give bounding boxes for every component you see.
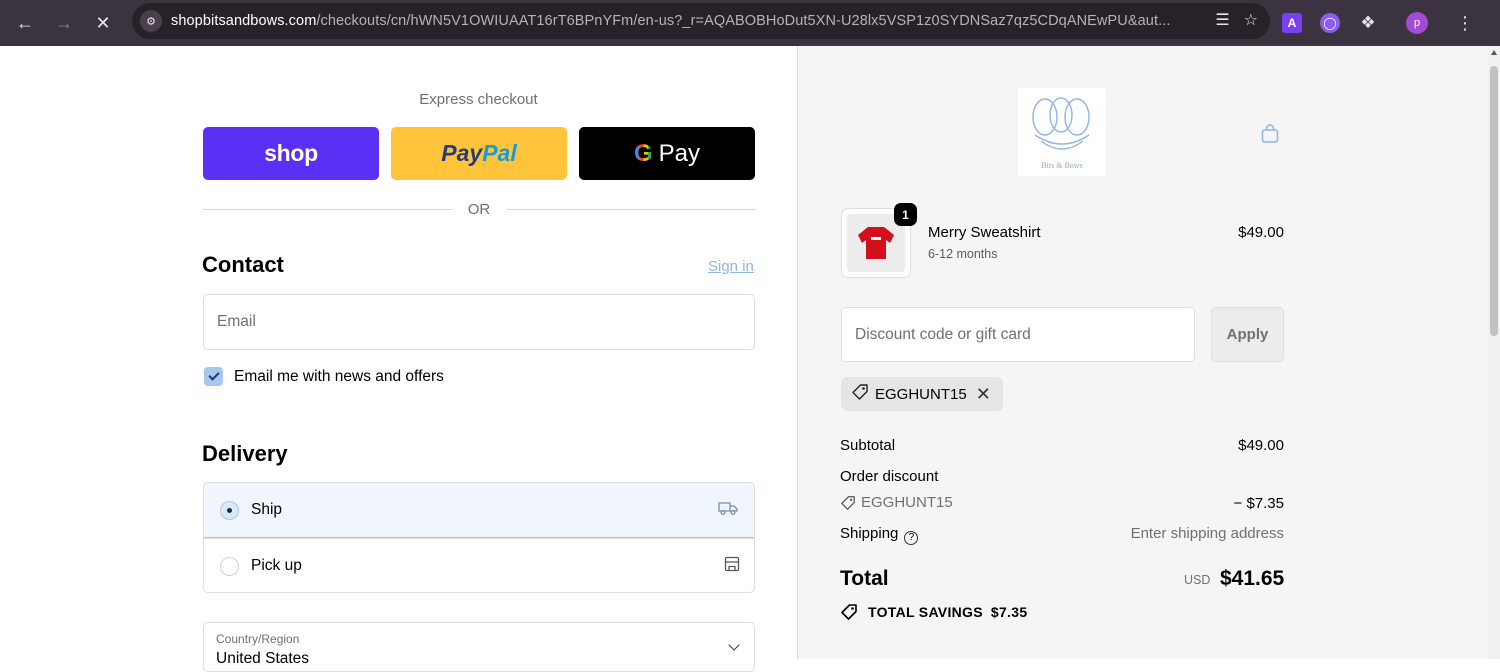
- discount-code-input[interactable]: Discount code or gift card: [841, 307, 1195, 362]
- shop-pay-button[interactable]: shop: [203, 127, 379, 180]
- stop-loading-button[interactable]: ✕: [83, 0, 123, 46]
- country-select[interactable]: Country/Region United States: [203, 622, 755, 672]
- truck-icon: [718, 500, 738, 520]
- sweatshirt-image: [858, 227, 894, 259]
- extensions-puzzle-icon[interactable]: ❖: [1358, 13, 1378, 33]
- savings-label: TOTAL SAVINGS: [868, 604, 983, 620]
- country-label: Country/Region: [216, 632, 300, 646]
- url-text[interactable]: shopbitsandbows.com/checkouts/cn/hWN5V1O…: [171, 13, 1183, 29]
- ship-radio[interactable]: [220, 500, 239, 520]
- subtotal-value: $49.00: [1238, 437, 1284, 454]
- column-divider: [797, 46, 798, 659]
- url-path: /checkouts/cn/hWN5V1OWIUAAT16rT6BPnYFm/e…: [316, 13, 1171, 29]
- pickup-label: Pick up: [251, 557, 302, 574]
- or-divider: OR: [203, 200, 755, 220]
- total-label: Total: [840, 567, 889, 590]
- google-g-icon: G: [633, 139, 653, 167]
- url-host: shopbitsandbows.com: [171, 13, 317, 29]
- shop-pay-label: shop: [264, 140, 318, 166]
- shopping-bag-icon[interactable]: [1260, 124, 1280, 144]
- news-offers-checkbox[interactable]: [204, 367, 223, 386]
- quantity-badge: 1: [894, 203, 917, 226]
- news-offers-label: Email me with news and offers: [234, 368, 444, 385]
- checkout-page: Express checkout shop Pay Pal G Pay OR Con…: [0, 46, 1488, 672]
- extension-purple-icon[interactable]: ◯: [1320, 13, 1340, 33]
- help-icon[interactable]: ?: [904, 531, 919, 545]
- sign-in-link[interactable]: Sign in: [708, 258, 754, 275]
- discount-code-text: EGGHUNT15: [861, 494, 953, 511]
- paypal-label-pal: Pal: [482, 140, 517, 166]
- savings-value: $7.35: [990, 604, 1028, 620]
- tag-icon: [851, 383, 869, 405]
- paypal-label-pay: Pay: [441, 140, 483, 166]
- delivery-method-group: Ship Pick up: [203, 482, 755, 593]
- total-savings: TOTAL SAVINGS $7.35: [840, 603, 1027, 621]
- store-logo[interactable]: Bits & Bows: [1018, 88, 1106, 176]
- total-value: $41.65: [1220, 567, 1285, 590]
- delivery-option-ship[interactable]: Ship: [204, 483, 754, 538]
- email-field[interactable]: Email: [203, 294, 755, 350]
- delivery-heading: Delivery: [202, 441, 288, 466]
- contact-heading: Contact: [202, 252, 284, 277]
- shipping-label: Shipping: [840, 525, 899, 542]
- country-value: United States: [216, 650, 310, 667]
- discount-code-row: EGGHUNT15: [840, 494, 953, 511]
- product-price: $49.00: [1238, 224, 1284, 241]
- savings-tag-icon: [841, 604, 857, 620]
- profile-avatar[interactable]: p: [1406, 12, 1428, 34]
- google-pay-label: Pay: [658, 139, 701, 167]
- apply-discount-button[interactable]: Apply: [1211, 307, 1284, 362]
- bookmark-star-icon[interactable]: ☆: [1244, 10, 1258, 30]
- or-label: OR: [467, 201, 491, 218]
- browser-toolbar: ← → ✕ ⚙ shopbitsandbows.com/checkouts/cn…: [0, 0, 1500, 46]
- scroll-up-arrow-icon[interactable]: [1491, 50, 1497, 55]
- address-bar[interactable]: ⚙ shopbitsandbows.com/checkouts/cn/hWN5V…: [132, 3, 1270, 39]
- logo-text: Bits & Bows: [1041, 160, 1083, 170]
- chevron-down-icon: [728, 639, 740, 651]
- discount-value: − $7.35: [1233, 495, 1284, 512]
- shipping-value: Enter shipping address: [1130, 525, 1284, 542]
- bows-logo-icon: [1032, 96, 1090, 150]
- translate-icon[interactable]: ☰: [1215, 10, 1229, 30]
- store-icon: [724, 556, 740, 576]
- forward-button[interactable]: →: [44, 0, 84, 46]
- shipping-row: Shipping?: [840, 525, 919, 545]
- google-pay-button[interactable]: G Pay: [579, 127, 755, 180]
- subtotal-label: Subtotal: [840, 437, 896, 454]
- browser-menu-icon[interactable]: ⋮: [1456, 13, 1474, 34]
- applied-code-label: EGGHUNT15: [875, 385, 967, 403]
- pickup-radio[interactable]: [220, 556, 239, 576]
- applied-discount-chip: EGGHUNT15 ✕: [841, 377, 1003, 411]
- order-discount-label: Order discount: [840, 468, 939, 485]
- site-settings-icon[interactable]: ⚙: [140, 10, 162, 32]
- product-variant: 6-12 months: [928, 247, 998, 261]
- total-currency: USD: [1184, 573, 1211, 587]
- scrollbar-thumb[interactable]: [1490, 66, 1498, 336]
- back-button[interactable]: ←: [5, 0, 45, 46]
- paypal-button[interactable]: Pay Pal: [391, 127, 567, 180]
- product-name: Merry Sweatshirt: [928, 224, 1041, 241]
- remove-discount-icon[interactable]: ✕: [976, 384, 991, 405]
- express-checkout-title: Express checkout: [419, 91, 538, 108]
- extension-a-icon[interactable]: A: [1282, 13, 1302, 33]
- email-placeholder: Email: [217, 313, 256, 330]
- discount-placeholder: Discount code or gift card: [855, 325, 1031, 343]
- tag-icon: [841, 495, 855, 510]
- ship-label: Ship: [251, 501, 283, 518]
- page-scrollbar[interactable]: [1488, 46, 1500, 659]
- delivery-option-pickup[interactable]: Pick up: [204, 538, 754, 592]
